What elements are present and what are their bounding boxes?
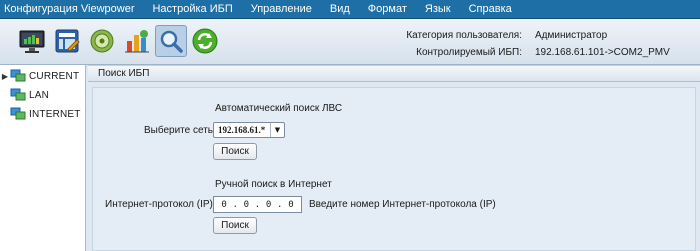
ip-hint: Введите номер Интернет-протокола (IP) [309,199,496,210]
device-tree: ▶ CURRENT LAN INTERNET [0,65,86,251]
menu-viewpower-config[interactable]: Конфигурация Viewpower [0,0,143,19]
auto-search-button[interactable]: Поиск [213,143,257,160]
controlled-ups-value: 192.168.61.101->COM2_PMV [535,47,670,58]
user-category-label: Категория пользователя: [406,30,522,41]
config-icon[interactable] [51,25,83,57]
search-icon[interactable] [155,25,187,57]
ip-address-input[interactable]: 0 . 0 . 0 . 0 [213,196,302,213]
tree-item-lan[interactable]: LAN [0,87,49,103]
menu-bar: Конфигурация Viewpower Настройка ИБП Упр… [0,0,700,19]
tree-label-lan: LAN [29,89,50,101]
network-icon [10,107,26,120]
ip-octet-2[interactable]: 0 [240,200,252,210]
network-icon [10,69,26,82]
tree-label-current: CURRENT [29,70,80,82]
network-label: Выберите сеть [144,125,214,136]
network-select[interactable]: 192.168.61.* ▼ [213,122,285,138]
chart-icon[interactable] [121,25,153,57]
tree-item-current[interactable]: ▶ CURRENT [0,68,79,84]
chevron-down-icon[interactable]: ▼ [270,123,284,137]
menu-view[interactable]: Вид [321,0,359,19]
panel-header: Поиск ИБП [88,65,700,82]
auto-search-heading: Автоматический поиск ЛВС [215,103,343,114]
menu-language[interactable]: Язык [416,0,460,19]
network-icon [10,88,26,101]
tree-item-internet[interactable]: INTERNET [0,106,81,122]
menu-control[interactable]: Управление [242,0,321,19]
user-category-value: Администратор [535,30,608,41]
expand-arrow-icon[interactable]: ▶ [0,72,10,81]
ip-label: Интернет-протокол (IP) [105,199,213,210]
ip-octet-3[interactable]: 0 [263,200,275,210]
menu-ups-settings[interactable]: Настройка ИБП [143,0,241,19]
tree-label-internet: INTERNET [29,108,81,120]
ups-disc-icon[interactable] [86,25,118,57]
panel-body: Автоматический поиск ЛВС Выберите сеть 1… [92,87,696,251]
toolbar: Категория пользователя: Администратор Ко… [0,19,700,65]
ip-octet-4[interactable]: 0 [285,200,297,210]
ip-octet-1[interactable]: 0 [218,200,230,210]
menu-format[interactable]: Формат [359,0,416,19]
search-panel: Поиск ИБП Автоматический поиск ЛВС Выбер… [88,65,700,251]
panel-title: Поиск ИБП [98,68,150,79]
refresh-icon[interactable] [189,25,221,57]
monitor-icon[interactable] [16,25,48,57]
manual-search-heading: Ручной поиск в Интернет [215,179,332,190]
menu-help[interactable]: Справка [460,0,521,19]
manual-search-button[interactable]: Поиск [213,217,257,234]
controlled-ups-label: Контролируемый ИБП: [416,47,522,58]
